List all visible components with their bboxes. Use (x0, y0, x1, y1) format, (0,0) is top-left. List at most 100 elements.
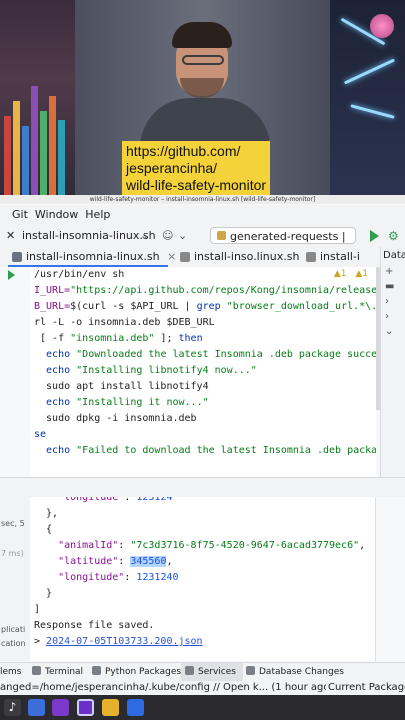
code-token: }, (34, 508, 59, 519)
terminal-icon (32, 666, 41, 675)
current-file-selector[interactable]: install-insomnia-linux.sh (22, 225, 156, 247)
code-token: : (124, 497, 137, 503)
weak-warning-count: ▲1 (355, 269, 368, 279)
code-token: echo (34, 365, 77, 376)
tab-label: install-inso.linux.sh (194, 250, 300, 263)
code-token: rl -L -o insomnia.deb $DEB_URL (34, 317, 215, 328)
code-line: B_URL=$(curl -s $API_URL | grep "browser… (34, 299, 376, 315)
presenter-hair (172, 22, 232, 48)
chevron-down-icon[interactable]: ⌄ (178, 225, 187, 247)
tool-tab-label: Python Packages (105, 667, 182, 677)
tool-tab-problems[interactable]: lems (0, 663, 26, 682)
shell-file-icon (180, 252, 190, 262)
code-token: echo (34, 445, 77, 456)
console-line: "longitude": 123124 (34, 497, 172, 506)
chevron-right-icon[interactable]: › (381, 294, 405, 309)
tree-item-text: sec, 5 (1, 519, 25, 528)
code-line: echo "Installing libnotify4 now..." (34, 363, 257, 379)
code-token: /usr/bin/env sh (34, 269, 125, 280)
chevron-down-icon[interactable]: ⌄ (381, 324, 405, 339)
code-token: [ -f (34, 333, 71, 344)
game-icon[interactable] (52, 699, 69, 716)
code-token: "Downloaded the latest Insomnia .deb pac… (76, 349, 376, 360)
console-line: } (34, 586, 52, 602)
caption-line: https://github.com/ (126, 143, 241, 159)
run-configuration-select[interactable]: generated-requests | #9 (210, 227, 356, 260)
http-request-icon (217, 231, 226, 240)
current-package-label[interactable]: Current Package: (326, 681, 405, 695)
response-file-link[interactable]: 2024-07-05T103733.200.json (46, 636, 203, 647)
editor-scrollbar[interactable] (376, 267, 380, 410)
tool-tab-database-changes[interactable]: Database Changes (246, 663, 346, 682)
tool-tab-terminal[interactable]: Terminal (32, 663, 88, 682)
code-token: 345560 (130, 556, 167, 567)
response-console[interactable]: "longitude": 123124 }, { "animalId": "7c… (30, 497, 375, 661)
tab-label: install-i (320, 250, 360, 263)
code-token: : (118, 556, 131, 567)
shell-file-icon (12, 252, 22, 262)
services-panel-header (0, 477, 405, 499)
headphones-icon[interactable]: ♪ (4, 699, 21, 716)
menu-help[interactable]: Help (85, 205, 110, 225)
code-token: I_URL= (34, 285, 71, 296)
code-token: "7c3d3716-8f75-4520-9647-6acad3779ec6" (130, 540, 360, 551)
code-line: sudo apt install libnotify4 (34, 379, 209, 395)
database-panel-title[interactable]: Datab (381, 247, 405, 264)
menu-git[interactable]: Git (12, 205, 28, 225)
tab-install-i[interactable]: install-i (302, 247, 390, 267)
code-token: "browser_download_url.*\.deb (226, 301, 376, 312)
code-token: $(curl -s $API_URL | (70, 301, 197, 312)
person-icon[interactable]: ☺ (162, 225, 173, 247)
tool-tab-label: Database Changes (259, 667, 344, 677)
inspection-widget[interactable]: ▲1 ▲1 (334, 269, 368, 279)
run-script-gutter-icon[interactable] (8, 270, 15, 280)
code-token: > (34, 636, 47, 647)
editor-tab-bar: install-insomnia-linux.sh × install-inso… (0, 247, 405, 268)
tree-item-text: 7 ms) (1, 549, 24, 558)
code-token: ]; (154, 333, 179, 344)
app-launcher-icon[interactable] (28, 699, 45, 716)
code-token: , (166, 556, 173, 567)
code-token: "https://api.github.com/repos/Kong/insom… (70, 285, 376, 296)
run-icon[interactable] (370, 230, 379, 242)
warning-count: ▲1 (333, 269, 347, 279)
code-token: "animalId" (34, 540, 119, 551)
code-line: echo "Downloaded the latest Insomnia .de… (34, 347, 376, 363)
code-line: I_URL="https://api.github.com/repos/Kong… (34, 283, 376, 299)
tab-install-insomnia-linux[interactable]: install-insomnia-linux.sh × (8, 247, 176, 267)
neon-lights-background (330, 0, 405, 196)
menu-window[interactable]: Window (35, 205, 78, 225)
editor-gutter (0, 267, 30, 477)
obs-icon[interactable] (77, 699, 94, 716)
os-taskbar: ♪ (0, 695, 405, 720)
tab-label: install-insomnia-linux.sh (26, 250, 160, 263)
browser-icon[interactable] (127, 699, 144, 716)
video-frame: https://github.com/ jesperancinha/ wild-… (0, 0, 405, 196)
close-icon[interactable]: × (167, 250, 176, 263)
code-token: } (34, 588, 53, 599)
chevron-right-icon[interactable]: › (381, 309, 405, 324)
debug-icon[interactable]: ⚙ (388, 225, 399, 247)
menu-bar: Git Window Help (0, 205, 405, 225)
toolbar: ✕ install-insomnia-linux.sh ⌄ ☺ ⌄ genera… (0, 225, 405, 260)
code-token: 123124 (136, 497, 173, 503)
chevron-down-icon[interactable]: ⌄ (140, 225, 149, 247)
datasource-icon[interactable]: ▬ (381, 279, 405, 294)
add-icon[interactable]: + (381, 264, 405, 279)
python-packages-icon (92, 666, 101, 675)
tool-tab-label: Terminal (45, 667, 84, 677)
code-token: "insomnia.deb" (70, 333, 155, 344)
tool-tab-services[interactable]: Services (181, 663, 243, 682)
code-token: : (124, 572, 137, 583)
code-token: echo (34, 397, 77, 408)
code-line: echo "Installing it now..." (34, 395, 209, 411)
collapse-icon[interactable]: ✕ (6, 225, 15, 247)
tool-tab-python-packages[interactable]: Python Packages (92, 663, 181, 682)
code-token: Response file saved. (34, 620, 155, 631)
files-icon[interactable] (102, 699, 119, 716)
status-message[interactable]: anged=/home/jesperancinha/.kube/config /… (0, 681, 333, 695)
code-token: "Installing libnotify4 now..." (76, 365, 257, 376)
services-icon (185, 666, 194, 675)
video-caption: https://github.com/ jesperancinha/ wild-… (122, 141, 271, 196)
code-editor[interactable]: ▲1 ▲1 /usr/bin/env sh I_URL="https://api.… (30, 267, 376, 477)
